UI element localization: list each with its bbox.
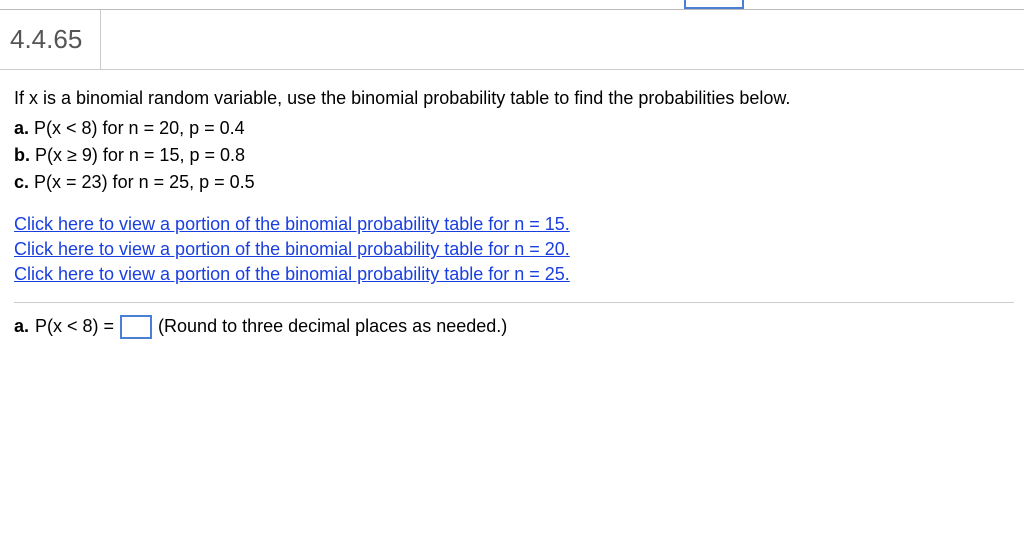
part-c: c. P(x = 23) for n = 25, p = 0.5: [14, 169, 1014, 196]
part-label: a.: [14, 118, 29, 138]
part-text: P(x ≥ 9) for n = 15, p = 0.8: [35, 145, 245, 165]
answer-expression: P(x < 8) =: [35, 316, 114, 337]
section-divider: [14, 302, 1014, 303]
part-label: c.: [14, 172, 29, 192]
part-a: a. P(x < 8) for n = 20, p = 0.4: [14, 115, 1014, 142]
table-links: Click here to view a portion of the bino…: [14, 212, 1014, 288]
question-intro: If x is a binomial random variable, use …: [14, 88, 1014, 109]
link-table-n25[interactable]: Click here to view a portion of the bino…: [14, 262, 1014, 287]
top-border: [0, 0, 1024, 10]
link-table-n20[interactable]: Click here to view a portion of the bino…: [14, 237, 1014, 262]
problem-number: 4.4.65: [0, 10, 101, 69]
part-b: b. P(x ≥ 9) for n = 15, p = 0.8: [14, 142, 1014, 169]
link-table-n15[interactable]: Click here to view a portion of the bino…: [14, 212, 1014, 237]
part-text: P(x = 23) for n = 25, p = 0.5: [34, 172, 255, 192]
question-parts: a. P(x < 8) for n = 20, p = 0.4 b. P(x ≥…: [14, 115, 1014, 196]
part-label: b.: [14, 145, 30, 165]
accent-box-icon: [684, 0, 744, 9]
answer-row: a. P(x < 8) = (Round to three decimal pl…: [14, 315, 1014, 339]
content-area: If x is a binomial random variable, use …: [0, 70, 1024, 349]
part-text: P(x < 8) for n = 20, p = 0.4: [34, 118, 245, 138]
answer-hint: (Round to three decimal places as needed…: [158, 316, 507, 337]
answer-input[interactable]: [120, 315, 152, 339]
header-row: 4.4.65: [0, 10, 1024, 70]
answer-part-label: a.: [14, 316, 29, 337]
